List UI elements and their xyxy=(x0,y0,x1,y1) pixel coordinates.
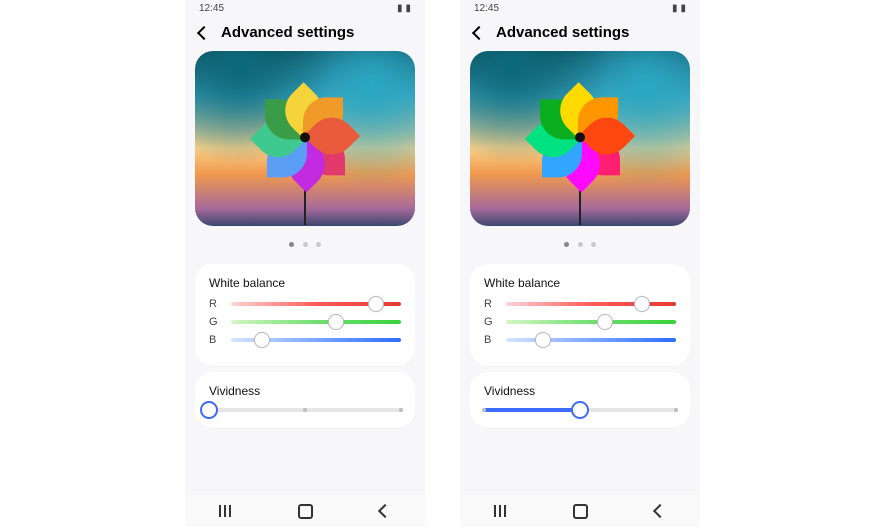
pinwheel xyxy=(540,97,620,177)
wb-row-b: B xyxy=(209,334,401,346)
pager-dot[interactable] xyxy=(591,242,596,247)
page-header: Advanced settings xyxy=(185,16,425,51)
wb-slider-r[interactable] xyxy=(231,302,401,306)
wb-row-g: G xyxy=(209,316,401,328)
vividness-card: Vividness xyxy=(470,372,690,428)
pinwheel-hub xyxy=(300,132,310,142)
wb-label-r: R xyxy=(209,298,223,310)
slider-thumb[interactable] xyxy=(571,401,589,419)
nav-back-icon[interactable] xyxy=(646,504,674,518)
battery-icon: ▮ xyxy=(405,3,411,14)
wb-label-r: R xyxy=(484,298,498,310)
white-balance-title: White balance xyxy=(484,276,676,290)
back-icon[interactable] xyxy=(197,25,211,39)
slider-thumb[interactable] xyxy=(328,314,344,330)
vividness-title: Vividness xyxy=(209,384,401,398)
status-bar: 12:45 ▮▮ xyxy=(460,0,700,16)
pager-dot[interactable] xyxy=(289,242,294,247)
pinwheel-hub xyxy=(575,132,585,142)
clock: 12:45 xyxy=(474,3,499,14)
back-icon[interactable] xyxy=(472,25,486,39)
slider-tick xyxy=(303,408,307,412)
signal-icon: ▮ xyxy=(672,3,678,14)
pager-dot[interactable] xyxy=(316,242,321,247)
vividness-title: Vividness xyxy=(484,384,676,398)
wb-label-g: G xyxy=(484,316,498,328)
vividness-card: Vividness xyxy=(195,372,415,428)
preview-container xyxy=(185,51,425,226)
wb-label-b: B xyxy=(484,334,498,346)
preview-image[interactable] xyxy=(195,51,415,226)
nav-back-icon[interactable] xyxy=(371,504,399,518)
battery-icon: ▮ xyxy=(680,3,686,14)
wb-slider-b[interactable] xyxy=(231,338,401,342)
signal-icon: ▮ xyxy=(397,3,403,14)
status-bar: 12:45 ▮▮ xyxy=(185,0,425,16)
white-balance-card: White balance R G B xyxy=(470,264,690,366)
nav-recent-icon[interactable] xyxy=(211,504,239,518)
slider-thumb[interactable] xyxy=(597,314,613,330)
wb-row-g: G xyxy=(484,316,676,328)
slider-tick xyxy=(399,408,403,412)
preview-image[interactable] xyxy=(470,51,690,226)
wb-label-g: G xyxy=(209,316,223,328)
nav-home-icon[interactable] xyxy=(291,504,319,518)
nav-home-icon[interactable] xyxy=(566,504,594,518)
nav-bar xyxy=(185,495,425,527)
slider-fill xyxy=(484,408,580,412)
slider-thumb[interactable] xyxy=(634,296,650,312)
nav-bar xyxy=(460,495,700,527)
slider-tick xyxy=(674,408,678,412)
wb-row-r: R xyxy=(484,298,676,310)
wb-slider-g[interactable] xyxy=(231,320,401,324)
phone-variant-left: 12:45 ▮▮ Advanced settings White balance… xyxy=(185,0,425,527)
slider-tick xyxy=(482,408,486,412)
wb-slider-b[interactable] xyxy=(506,338,676,342)
wb-slider-r[interactable] xyxy=(506,302,676,306)
page-header: Advanced settings xyxy=(460,16,700,51)
wb-row-r: R xyxy=(209,298,401,310)
slider-thumb[interactable] xyxy=(254,332,270,348)
pinwheel xyxy=(265,97,345,177)
clock: 12:45 xyxy=(199,3,224,14)
vividness-slider[interactable] xyxy=(484,408,676,412)
pager-dot[interactable] xyxy=(564,242,569,247)
preview-container xyxy=(460,51,700,226)
phone-variant-right: 12:45 ▮▮ Advanced settings White balance… xyxy=(460,0,700,527)
page-title: Advanced settings xyxy=(221,24,354,41)
vividness-slider[interactable] xyxy=(209,408,401,412)
status-icons: ▮▮ xyxy=(394,3,411,14)
pager-dot[interactable] xyxy=(578,242,583,247)
slider-thumb[interactable] xyxy=(535,332,551,348)
white-balance-card: White balance R G B xyxy=(195,264,415,366)
wb-label-b: B xyxy=(209,334,223,346)
slider-thumb[interactable] xyxy=(368,296,384,312)
status-icons: ▮▮ xyxy=(669,3,686,14)
wb-row-b: B xyxy=(484,334,676,346)
wb-slider-g[interactable] xyxy=(506,320,676,324)
pager-dot[interactable] xyxy=(303,242,308,247)
white-balance-title: White balance xyxy=(209,276,401,290)
slider-thumb[interactable] xyxy=(200,401,218,419)
pager-dots[interactable] xyxy=(460,226,700,258)
pager-dots[interactable] xyxy=(185,226,425,258)
nav-recent-icon[interactable] xyxy=(486,504,514,518)
page-title: Advanced settings xyxy=(496,24,629,41)
